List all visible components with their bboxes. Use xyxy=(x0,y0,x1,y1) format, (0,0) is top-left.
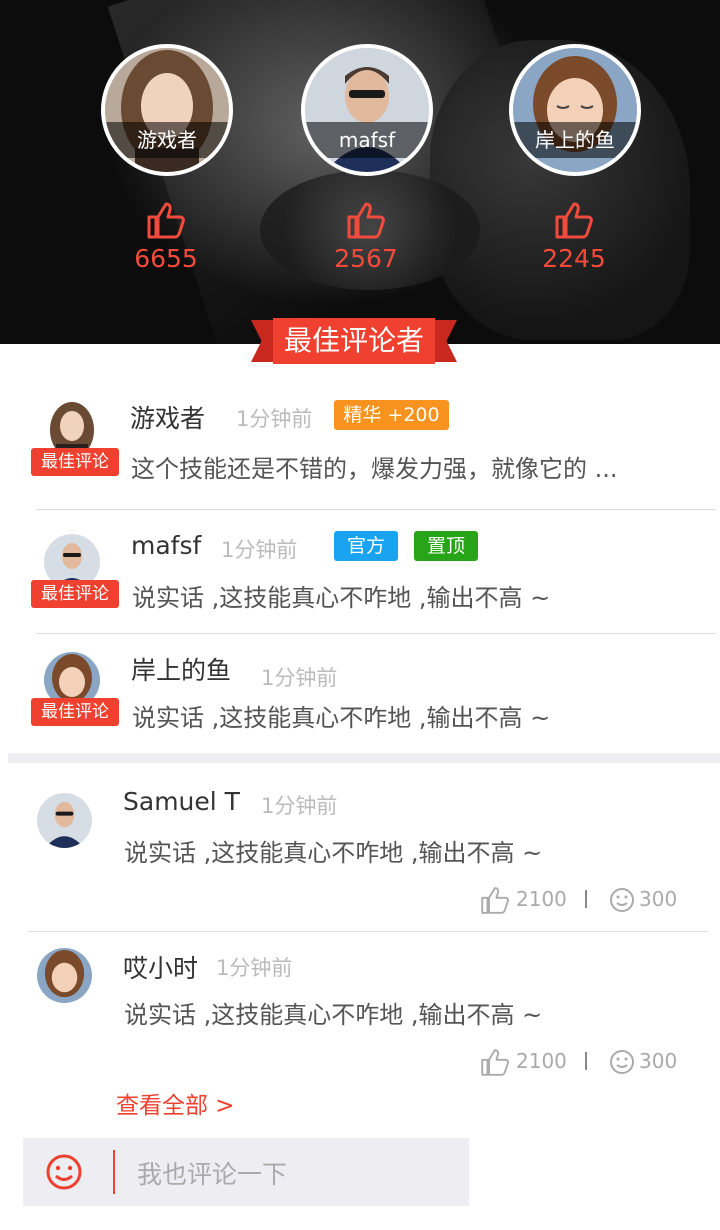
stat-divider xyxy=(585,890,587,908)
thumbs-up-icon[interactable] xyxy=(346,200,386,240)
thumbs-up-icon[interactable] xyxy=(146,200,186,240)
comment-username[interactable]: 游戏者 xyxy=(130,399,205,435)
top-user-3[interactable]: 岸上的鱼 2245 xyxy=(509,44,641,273)
top-user-likes: 2567 xyxy=(334,244,398,273)
avatar-image xyxy=(37,793,92,848)
comment-username[interactable]: 岸上的鱼 xyxy=(131,651,231,687)
smile-count: 300 xyxy=(639,887,678,911)
top-user-likes: 2245 xyxy=(542,244,606,273)
top-user-name: 岸上的鱼 xyxy=(513,122,637,158)
best-comment-tag: 最佳评论 xyxy=(31,580,119,608)
comment-time: 1分钟前 xyxy=(216,956,293,980)
comment-username[interactable]: mafsf xyxy=(131,531,201,560)
avatar[interactable]: 岸上的鱼 xyxy=(509,44,641,176)
avatar[interactable]: 游戏者 xyxy=(101,44,233,176)
divider xyxy=(36,509,716,510)
top-user-likes: 6655 xyxy=(134,244,198,273)
top-user-1[interactable]: 游戏者 6655 xyxy=(101,44,233,273)
top-user-name: mafsf xyxy=(305,122,429,158)
comment-text[interactable]: 说实话 ,这技能真心不咋地 ,输出不高 ~ xyxy=(132,698,550,733)
comment-text[interactable]: 说实话 ,这技能真心不咋地 ,输出不高 ~ xyxy=(124,995,542,1030)
comment-time: 1分钟前 xyxy=(221,538,298,562)
best-comment-tag: 最佳评论 xyxy=(31,448,119,476)
avatar[interactable] xyxy=(37,948,92,1003)
divider xyxy=(28,931,708,932)
avatar[interactable] xyxy=(37,793,92,848)
comment-text[interactable]: 说实话 ,这技能真心不咋地 ,输出不高 ~ xyxy=(124,833,542,868)
official-badge: 官方 xyxy=(334,531,398,561)
comment-username[interactable]: Samuel T xyxy=(123,787,240,816)
divider xyxy=(36,633,716,634)
top-commenters-banner: 游戏者 6655 mafsf 2567 岸上的鱼 2245 xyxy=(0,0,720,344)
avatar-image xyxy=(37,948,92,1003)
comment-time: 1分钟前 xyxy=(236,407,313,431)
like-count: 2100 xyxy=(516,887,567,911)
thumbs-up-icon[interactable] xyxy=(554,200,594,240)
like-count: 2100 xyxy=(516,1049,567,1073)
avatar[interactable]: mafsf xyxy=(301,44,433,176)
input-divider xyxy=(113,1150,115,1194)
smile-icon[interactable] xyxy=(609,1049,635,1075)
section-separator xyxy=(8,753,720,763)
ribbon-title: 最佳评论者 xyxy=(273,318,435,364)
pinned-badge: 置顶 xyxy=(414,531,478,561)
top-user-2[interactable]: mafsf 2567 xyxy=(301,44,433,273)
comment-input[interactable]: 我也评论一下 xyxy=(137,1155,287,1191)
view-all-link[interactable]: 查看全部 > xyxy=(116,1086,235,1120)
top-user-name: 游戏者 xyxy=(105,122,229,158)
essence-badge: 精华 +200 xyxy=(334,400,449,430)
best-commenters-ribbon: 最佳评论者 xyxy=(251,318,457,368)
thumbs-up-icon[interactable] xyxy=(480,885,510,915)
comment-username[interactable]: 哎小时 xyxy=(123,949,198,985)
comment-time: 1分钟前 xyxy=(261,666,338,690)
comment-input-bar[interactable]: 我也评论一下 xyxy=(23,1138,469,1206)
smile-icon[interactable] xyxy=(609,887,635,913)
comment-time: 1分钟前 xyxy=(261,794,338,818)
emoji-icon[interactable] xyxy=(45,1153,83,1191)
stat-divider xyxy=(585,1052,587,1070)
comment-text[interactable]: 这个技能还是不错的，爆发力强，就像它的 ... xyxy=(131,449,618,484)
smile-count: 300 xyxy=(639,1049,678,1073)
thumbs-up-icon[interactable] xyxy=(480,1047,510,1077)
comment-text[interactable]: 说实话 ,这技能真心不咋地 ,输出不高 ~ xyxy=(132,578,550,613)
best-comment-tag: 最佳评论 xyxy=(31,698,119,726)
